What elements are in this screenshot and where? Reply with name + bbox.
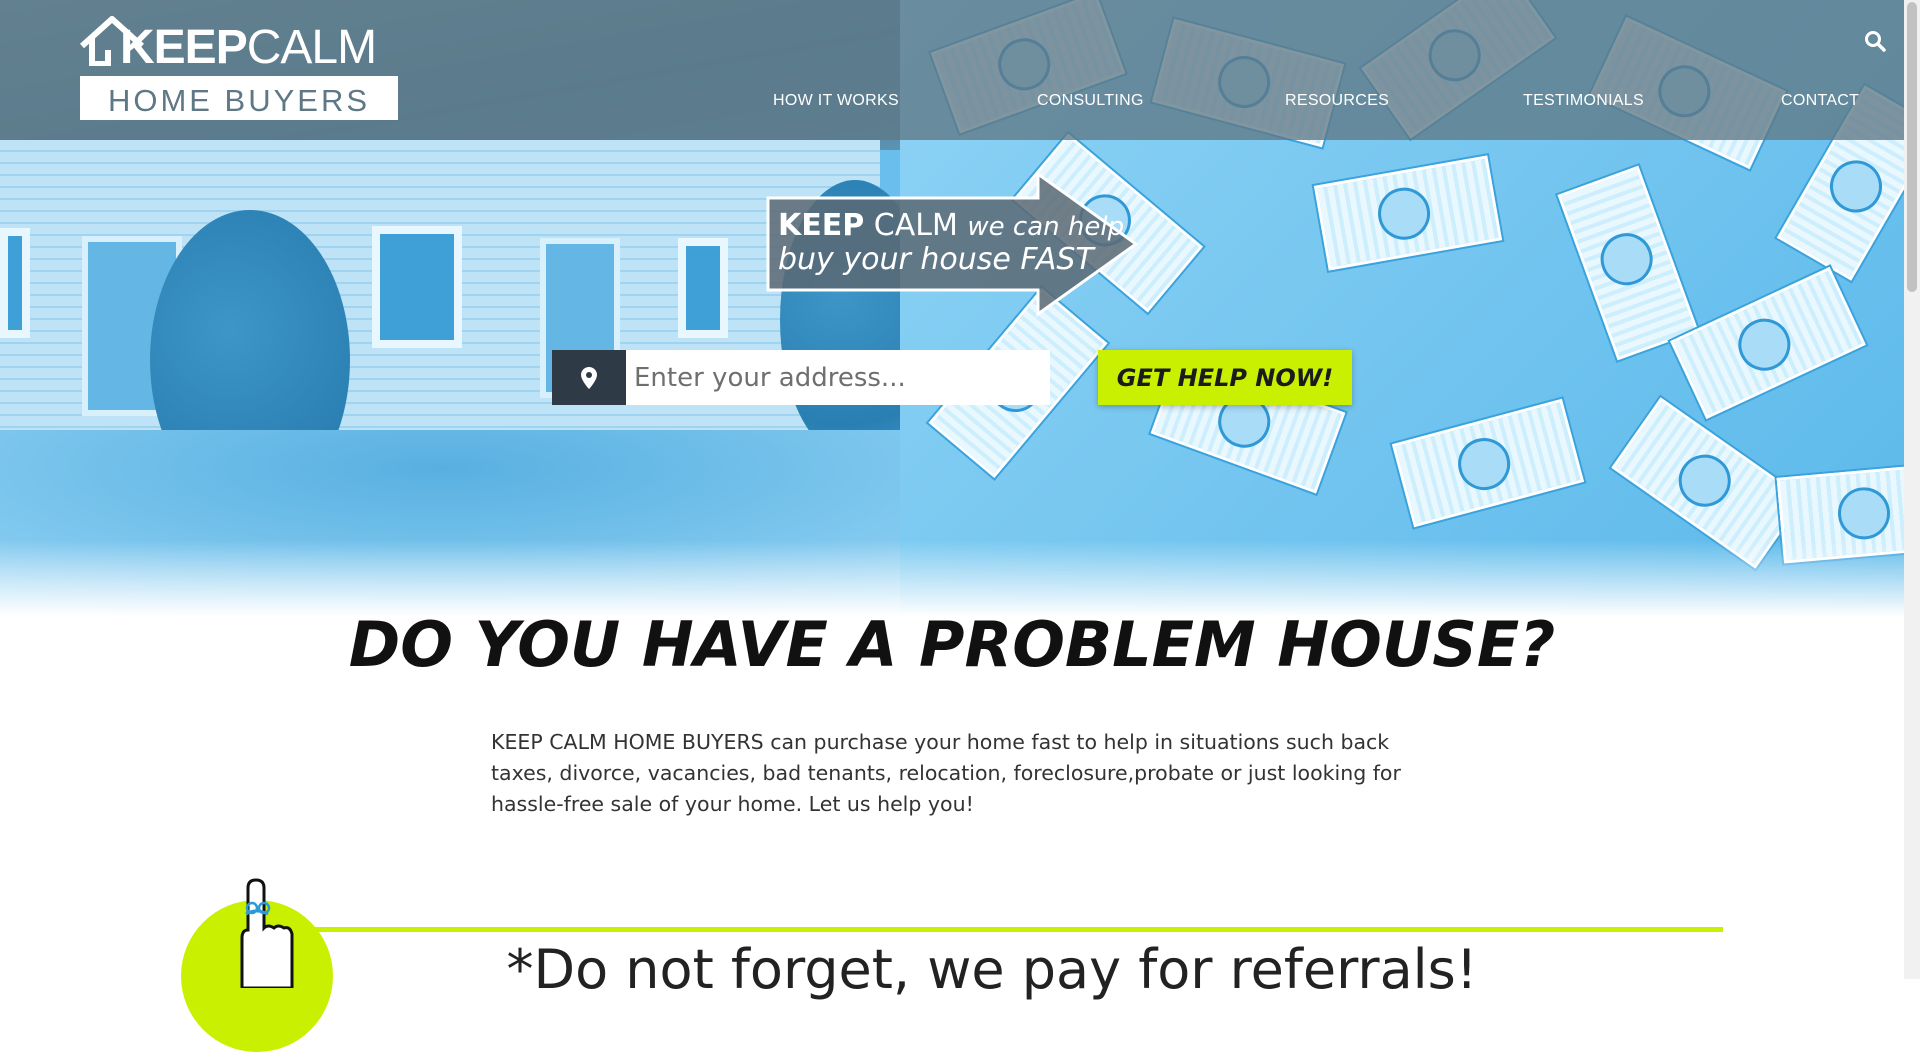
tagline-line-1: KEEP CALM we can help (778, 208, 1125, 243)
nav-contact[interactable]: CONTACT (1781, 92, 1859, 110)
get-help-now-button[interactable]: GET HELP NOW! (1098, 350, 1352, 405)
scrollbar-thumb[interactable] (1907, 2, 1917, 292)
nav-consulting[interactable]: CONSULTING (1037, 92, 1144, 110)
referral-heading: *Do not forget, we pay for referrals! (506, 938, 1478, 1001)
main-nav: HOW IT WORKS CONSULTING RESOURCES TESTIM… (0, 0, 1904, 140)
tagline-arrow: KEEP CALM we can help buy your house FAS… (766, 172, 1146, 317)
intro-paragraph: KEEP CALM HOME BUYERS can purchase your … (491, 730, 1401, 816)
divider-line (300, 927, 1723, 932)
nav-how-it-works[interactable]: HOW IT WORKS (773, 92, 899, 110)
map-pin-icon (552, 350, 626, 405)
nav-resources[interactable]: RESOURCES (1285, 92, 1389, 110)
site-header: KEEPCALM HOME BUYERS HOW IT WORKS CONSUL… (0, 0, 1904, 140)
tagline-line-2: buy your house FAST (778, 242, 1094, 277)
nav-testimonials[interactable]: TESTIMONIALS (1523, 92, 1644, 110)
search-icon[interactable] (1864, 30, 1886, 52)
address-input[interactable] (626, 350, 1050, 405)
page-title: DO YOU HAVE A PROBLEM HOUSE? (348, 608, 1556, 681)
